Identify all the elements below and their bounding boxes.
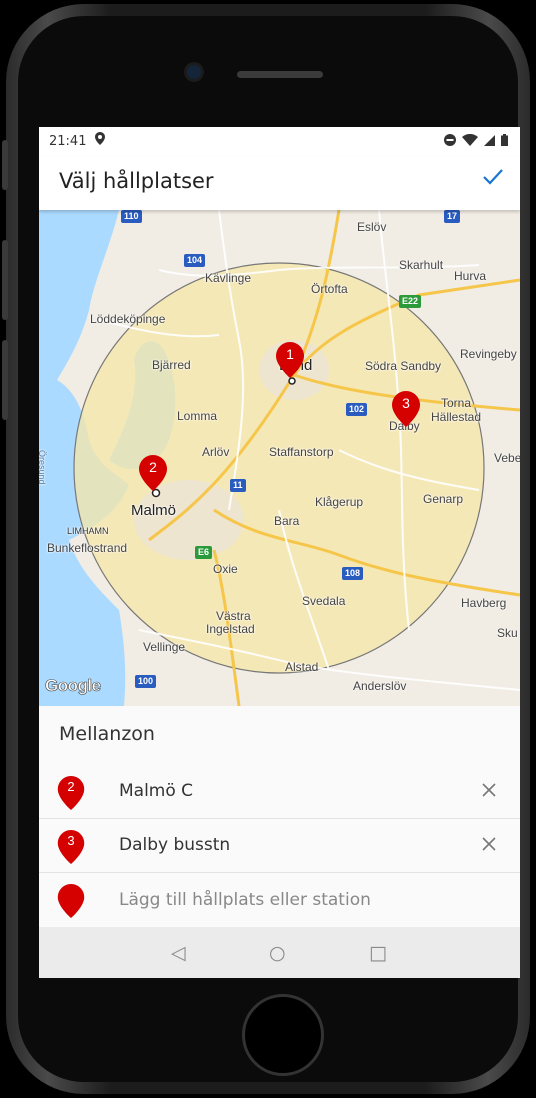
app-bar: Välj hållplatser [39,157,520,210]
google-logo: Google [45,676,102,696]
stop-row[interactable]: 2 Malmö C [39,765,520,819]
front-camera [187,65,201,79]
map-view[interactable]: 110 17 104 E22 102 11 E6 108 100 Eslöv S… [39,210,520,706]
cell-signal-icon [484,134,495,146]
map-pin-2[interactable]: 2 [139,455,167,491]
map-pin-number: 1 [286,346,294,362]
stop-number: 3 [67,833,75,848]
status-icons [444,134,508,146]
stop-pin: 2 [57,776,85,810]
road-badge-110: 110 [121,210,142,223]
map-label-torna: Torna [441,396,472,410]
location-icon [95,132,105,149]
close-icon[interactable] [482,832,496,856]
do-not-disturb-icon [444,134,456,146]
map-label-vellinge: Vellinge [143,640,186,654]
map-pin-number: 3 [402,395,410,411]
map-label-vastra: Västra [216,609,251,623]
close-icon[interactable] [482,778,496,802]
phone-silent-switch [2,140,8,190]
stop-pin: 3 [57,830,85,864]
map-label-skarhult: Skarhult [399,258,444,272]
road-badge-104: 104 [184,254,206,267]
back-icon[interactable]: ◁ [171,942,186,964]
phone-home-button[interactable] [242,994,324,1076]
map-label-bunkeflostrand: Bunkeflostrand [47,541,128,555]
map-label-anderslov: Anderslöv [353,679,407,693]
add-stop-input[interactable]: Lägg till hållplats eller station [119,890,371,910]
recents-icon[interactable]: □ [369,942,387,964]
map-label-kavlinge: Kävlinge [205,271,252,285]
map-label-staffanstorp: Staffanstorp [269,445,334,459]
status-time: 21:41 [49,134,87,149]
stop-row[interactable]: 3 Dalby busstn [39,819,520,873]
map-label-hallestad: Hällestad [431,410,482,424]
map-label-bjarred: Bjärred [152,358,191,372]
map-label-havberg: Havberg [461,596,507,610]
road-badge-11: 11 [230,479,246,492]
road-badge-102: 102 [346,403,368,416]
map-label-loddekopinge: Löddeköpinge [90,312,166,326]
map-pin-icon [57,884,85,918]
page-title: Välj hållplatser [59,169,214,193]
map-label-svedala: Svedala [302,594,346,608]
phone-volume-up [2,240,8,320]
map-label-klagerup: Klågerup [315,495,364,509]
map-label-eslov: Eslöv [357,220,387,234]
map-label-arlov: Arlöv [202,445,230,459]
status-bar: 21:41 [39,127,520,157]
map-label-vebe: Vebe [494,451,520,465]
map-label-ingelstad: Ingelstad [206,622,255,636]
stop-number: 2 [67,779,75,794]
map-label-sodra-sandby: Södra Sandby [365,359,442,373]
map-label-lomma: Lomma [177,409,218,423]
road-badge-e22: E22 [399,295,422,308]
map-pin-1[interactable]: 1 [276,342,304,378]
earpiece-speaker [237,71,323,78]
stop-pin [57,884,85,918]
road-badge-108: 108 [342,567,364,580]
map-label-ortofta: Örtofta [311,282,348,296]
phone-screen: 21:41 Välj hållplatser 110 17 104 E22 10… [39,127,520,978]
zone-title: Mellanzon [59,723,155,745]
android-nav-bar: ◁ ○ □ [39,927,520,978]
map-label-genarp: Genarp [423,492,464,506]
home-icon[interactable]: ○ [269,942,286,964]
map-label-oresund: Öresund [39,450,47,485]
battery-icon [501,134,508,146]
road-badge-e6: E6 [195,546,213,559]
map-label-bara: Bara [274,514,300,528]
stop-name: Dalby busstn [119,835,231,855]
map-label-malmo: Malmö [131,502,177,519]
map-label-revingeby: Revingeby [460,347,517,361]
stop-name: Malmö C [119,781,194,801]
map-label-hurva: Hurva [454,269,487,283]
check-icon[interactable] [482,167,504,192]
wifi-icon [462,134,478,146]
zone-header: Mellanzon [39,706,520,766]
map-pin-3[interactable]: 3 [392,391,420,427]
road-badge-17: 17 [444,210,461,223]
road-badge-100: 100 [135,675,157,688]
add-stop-row[interactable]: Lägg till hållplats eller station [39,873,520,927]
map-label-oxie: Oxie [213,562,238,576]
map-pin-number: 2 [149,459,157,475]
map-label-limhamn: LIMHAMN [67,526,109,536]
map-label-sku: Sku [497,626,518,640]
phone-volume-down [2,340,8,420]
map-label-alstad: Alstad [285,660,319,674]
